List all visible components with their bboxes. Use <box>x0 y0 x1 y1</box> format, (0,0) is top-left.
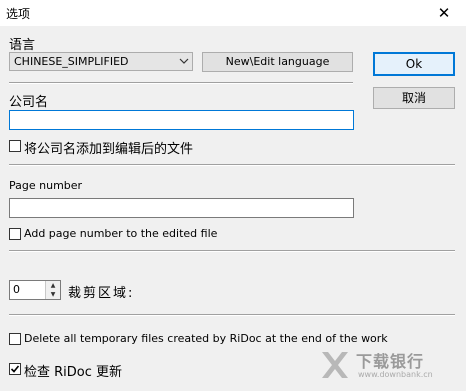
edit-language-button[interactable]: New\Edit language <box>202 52 353 72</box>
watermark-url: www.downbank.cn <box>358 370 433 379</box>
delete-temp-label: Delete all temporary files created by Ri… <box>24 332 388 345</box>
divider <box>9 250 455 252</box>
page-number-input[interactable] <box>9 198 354 218</box>
divider <box>9 164 455 166</box>
checkmark-icon <box>10 365 20 373</box>
delete-temp-checkbox[interactable] <box>9 333 21 345</box>
language-select[interactable]: CHINESE_SIMPLIFIED <box>9 52 193 71</box>
company-name-checkbox-label: 将公司名添加到编辑后的文件 <box>24 142 194 157</box>
spin-down-icon[interactable]: ▼ <box>46 290 60 299</box>
crop-value: 0 <box>13 283 20 296</box>
watermark-logo: 下载银行 www.downbank.cn <box>318 348 458 384</box>
divider <box>9 314 455 316</box>
spin-up-icon[interactable]: ▲ <box>46 281 60 290</box>
chevron-down-icon <box>179 54 189 71</box>
page-number-checkbox-label: Add page number to the edited file <box>24 227 218 240</box>
crop-label: 裁剪区域: <box>68 286 135 301</box>
logo-icon <box>322 352 348 378</box>
divider <box>9 82 353 84</box>
language-selected-value: CHINESE_SIMPLIFIED <box>14 55 129 68</box>
title-bar <box>0 0 466 26</box>
check-updates-checkbox[interactable] <box>9 363 21 375</box>
company-name-input[interactable] <box>9 110 354 130</box>
spinner-buttons: ▲ ▼ <box>45 281 60 299</box>
page-number-label: Page number <box>9 179 83 192</box>
cancel-button[interactable]: 取消 <box>373 87 455 109</box>
watermark-brand: 下载银行 <box>356 352 425 371</box>
company-name-label: 公司名 <box>9 95 49 110</box>
page-number-checkbox[interactable] <box>9 228 21 240</box>
window-title: 选项 <box>6 7 31 21</box>
check-updates-label: 检查 RiDoc 更新 <box>24 365 123 380</box>
language-label: 语言 <box>9 38 36 53</box>
company-name-checkbox[interactable] <box>9 140 21 152</box>
crop-stepper[interactable]: 0 ▲ ▼ <box>9 280 61 300</box>
ok-button[interactable]: Ok <box>373 52 455 76</box>
close-icon[interactable]: ✕ <box>433 3 455 23</box>
